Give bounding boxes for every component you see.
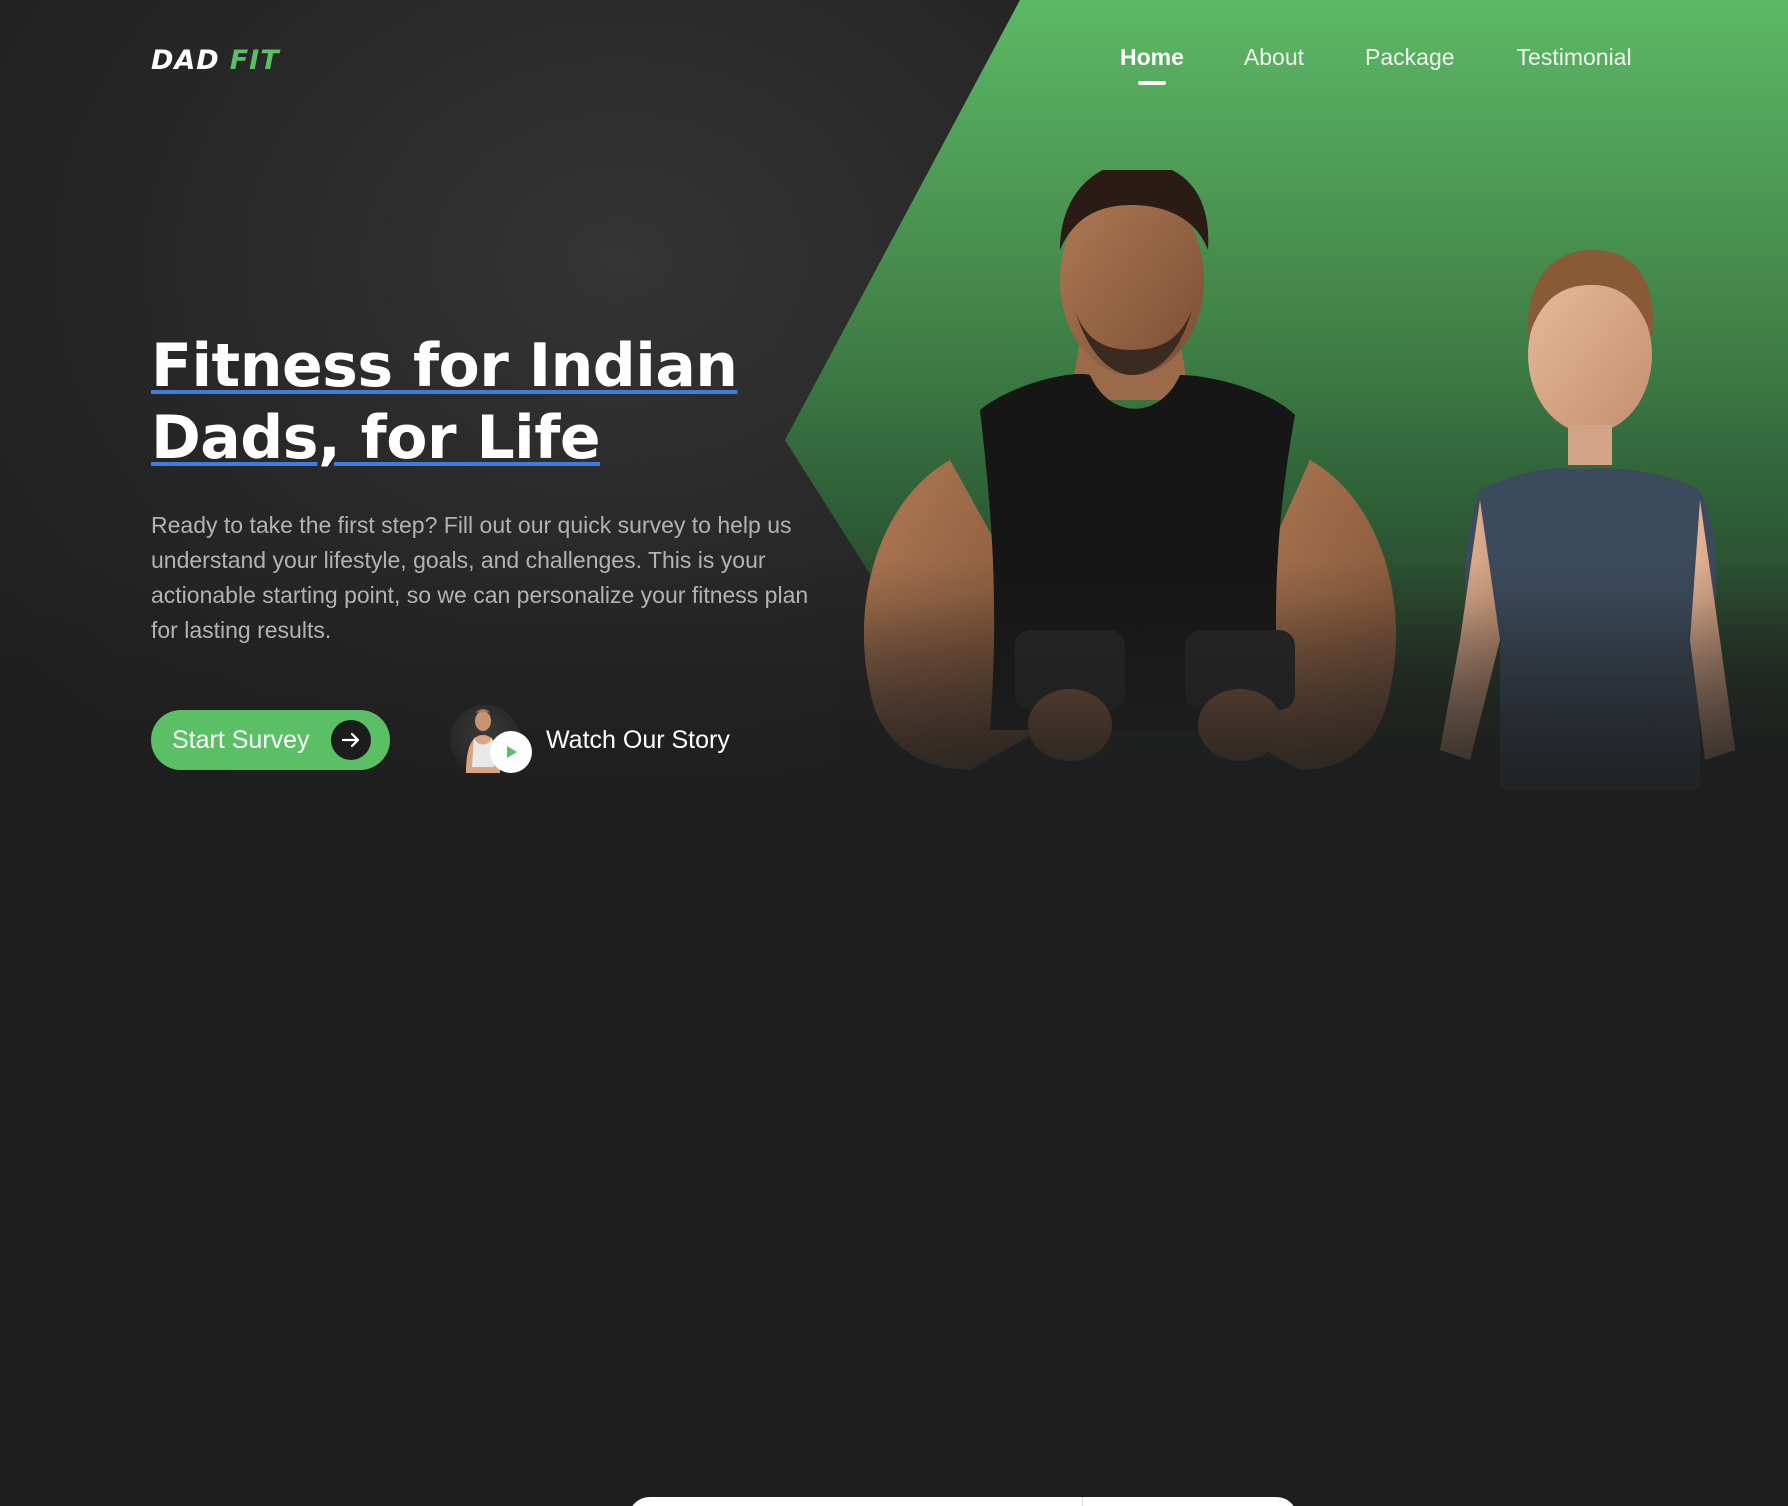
hero-description: Ready to take the first step? Fill out o… <box>151 512 809 643</box>
nav-item-testimonial[interactable]: Testimonial <box>1517 44 1632 71</box>
landing-page: DAD FIT Home About Package Testimonial F… <box>0 0 1788 1506</box>
start-survey-button[interactable]: Start Survey <box>151 710 390 770</box>
watch-story-button[interactable]: Watch Our Story <box>450 705 730 775</box>
active-indicator <box>1137 81 1166 85</box>
arrow-right-icon <box>331 720 371 760</box>
play-icon <box>490 731 532 773</box>
main-nav: Home About Package Testimonial <box>1120 44 1632 85</box>
nav-item-label: Package <box>1365 44 1455 70</box>
nav-item-about[interactable]: About <box>1244 44 1304 71</box>
logo-text-fit: FIT <box>229 44 280 76</box>
nav-item-label: Testimonial <box>1516 44 1632 70</box>
nav-item-home[interactable]: Home <box>1120 44 1184 85</box>
card-divider <box>1082 1497 1083 1506</box>
hero-title-line1: Fitness for Indian <box>151 331 738 401</box>
nav-item-label: About <box>1243 44 1305 70</box>
story-thumbnail <box>450 705 532 775</box>
nav-item-label: Home <box>1120 44 1184 70</box>
logo-text-dad: DAD <box>151 44 220 76</box>
nav-item-package[interactable]: Package <box>1365 44 1455 71</box>
hero-title: Fitness for Indian Dads, for Life <box>151 330 771 474</box>
brand-logo[interactable]: DAD FIT <box>151 44 280 76</box>
watch-story-label: Watch Our Story <box>546 725 730 754</box>
bottom-card-partial <box>628 1497 1298 1506</box>
hero-title-line2: Dads, for Life <box>151 403 601 473</box>
start-survey-label: Start Survey <box>172 725 310 754</box>
